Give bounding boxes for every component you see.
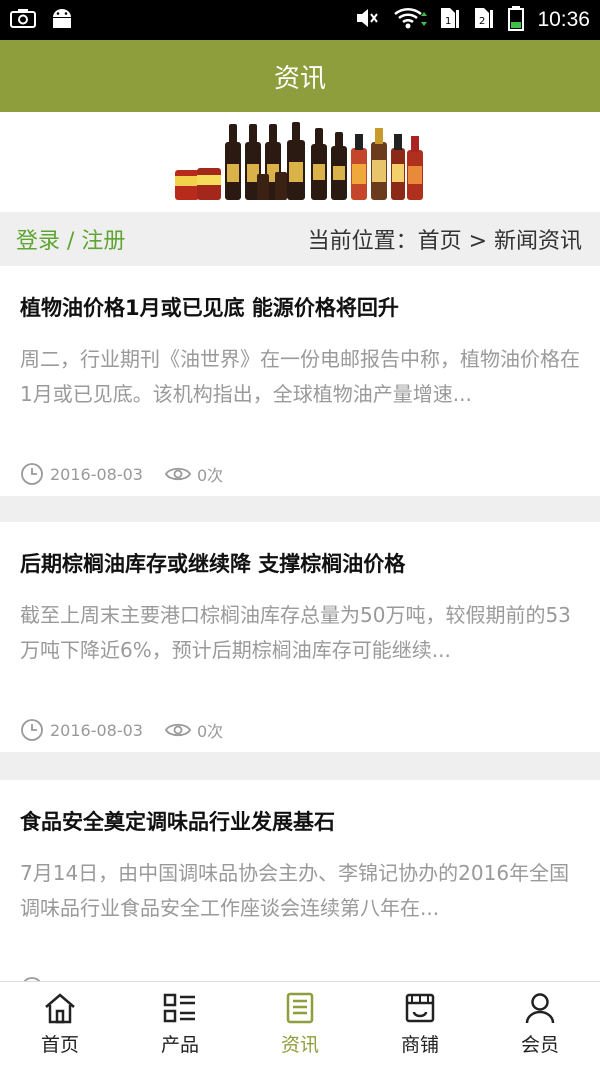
article-title[interactable]: 植物油价格1月或已见底 能源价格将回升 bbox=[20, 292, 399, 322]
tab-shops[interactable]: 商铺 bbox=[360, 982, 480, 1068]
title-bar: 资讯 bbox=[0, 40, 600, 112]
tab-member[interactable]: 会员 bbox=[480, 982, 600, 1068]
eye-icon bbox=[164, 723, 191, 737]
android-icon bbox=[50, 7, 74, 33]
article-summary: 截至上周末主要港口棕榈油库存总量为50万吨，较假期前的53万吨下降近6%，预计后… bbox=[20, 603, 571, 662]
article-summary: 周二，行业期刊《油世界》在一份电邮报告中称，植物油价格在1月或已见底。该机构指出… bbox=[20, 347, 580, 406]
bottom-tab-bar: 首页 产品 资讯 商铺 会员 bbox=[0, 981, 600, 1068]
breadcrumb: 当前位置：首页 > 新闻资讯 bbox=[307, 229, 582, 254]
product-banner-image bbox=[175, 122, 423, 200]
tab-home[interactable]: 首页 bbox=[0, 982, 120, 1068]
camera-icon bbox=[10, 8, 36, 32]
article-date: 2016-08-03 bbox=[50, 720, 143, 740]
breadcrumb-bar: 登录 / 注册 当前位置：首页 > 新闻资讯 bbox=[0, 212, 600, 266]
tab-news[interactable]: 资讯 bbox=[240, 982, 360, 1068]
tab-label: 会员 bbox=[520, 1034, 559, 1056]
svg-text:1: 1 bbox=[445, 16, 451, 27]
page-title: 资讯 bbox=[273, 63, 326, 94]
article-card[interactable]: 植物油价格1月或已见底 能源价格将回升 周二，行业期刊《油世界》在一份电邮报告中… bbox=[0, 266, 600, 496]
article-title[interactable]: 后期棕榈油库存或继续降 支撑棕榈油价格 bbox=[20, 548, 405, 578]
tab-label: 首页 bbox=[40, 1034, 79, 1056]
article-views: 0次 bbox=[196, 466, 224, 485]
article-date: 2016-08-03 bbox=[50, 464, 143, 484]
eye-icon bbox=[164, 467, 191, 481]
sim1-icon: 1 bbox=[439, 6, 461, 34]
login-register-link[interactable]: 登录 / 注册 bbox=[16, 223, 125, 255]
sim2-icon: 2 bbox=[473, 6, 495, 34]
mute-icon bbox=[355, 7, 381, 33]
article-title[interactable]: 食品安全奠定调味品行业发展基石 bbox=[20, 806, 335, 836]
article-card[interactable]: 食品安全奠定调味品行业发展基石 7月14日，由中国调味品协会主办、李锦记协办的2… bbox=[0, 780, 600, 1010]
tab-label: 商铺 bbox=[400, 1034, 439, 1056]
wifi-icon bbox=[393, 6, 428, 34]
article-views: 0次 bbox=[196, 722, 224, 741]
clock-icon bbox=[21, 719, 43, 741]
news-icon bbox=[286, 992, 314, 1024]
product-banner[interactable] bbox=[0, 112, 600, 212]
tab-products[interactable]: 产品 bbox=[120, 982, 240, 1068]
clock: 10:36 bbox=[537, 8, 590, 31]
article-meta: 2016-08-03 0次 bbox=[20, 462, 223, 486]
grid-list-icon bbox=[163, 993, 195, 1023]
shop-icon bbox=[405, 993, 435, 1023]
article-card[interactable]: 后期棕榈油库存或继续降 支撑棕榈油价格 截至上周末主要港口棕榈油库存总量为50万… bbox=[0, 522, 600, 752]
tab-label: 产品 bbox=[160, 1034, 199, 1056]
clock-icon bbox=[21, 463, 43, 485]
tab-label: 资讯 bbox=[280, 1034, 319, 1056]
battery-icon bbox=[507, 5, 525, 35]
home-icon bbox=[45, 993, 75, 1024]
user-icon bbox=[525, 993, 555, 1024]
status-bar: 1 2 10:36 bbox=[0, 0, 600, 40]
article-meta: 2016-08-03 0次 bbox=[20, 718, 223, 742]
article-summary: 7月14日，由中国调味品协会主办、李锦记协办的2016年全国调味品行业食品安全工… bbox=[20, 861, 570, 920]
svg-text:2: 2 bbox=[479, 16, 485, 27]
